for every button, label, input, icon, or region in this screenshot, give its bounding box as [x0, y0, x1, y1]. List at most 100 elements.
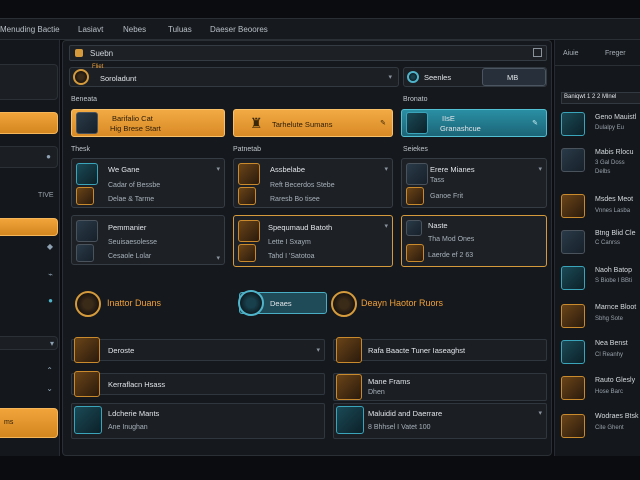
item-title: Naoh Batop	[595, 267, 632, 274]
header-tab[interactable]: Aiuie	[563, 50, 579, 57]
unit-card[interactable]: Erere Mianes Tass Ganoe Frit ▾	[401, 158, 547, 208]
card-line: Delae & Tarme	[108, 196, 155, 203]
chevron-down-icon: ▾	[216, 255, 220, 262]
item-icon[interactable]	[561, 414, 585, 438]
unit-icon	[238, 163, 260, 185]
window-icon[interactable]	[533, 48, 542, 57]
chevron-up-icon[interactable]: ⌃	[46, 366, 53, 375]
item-title: Mabis Rlocu	[595, 149, 634, 156]
list-row[interactable]: Deroste ▾	[71, 337, 325, 363]
sidebar-slot-active[interactable]: ms	[0, 408, 58, 438]
chevron-down-icon: ▾	[538, 410, 542, 417]
unit-card-selected[interactable]: Naste Tha Mod Ones Laerde ef 2 63	[401, 215, 547, 267]
sidebar-glyph[interactable]: ●	[48, 296, 53, 305]
menu-tab-1[interactable]: Menuding Bactie	[0, 25, 60, 34]
card-line: Ganoe Frit	[430, 193, 464, 200]
sidebar-glyph[interactable]: ⌁	[48, 270, 53, 279]
list-row[interactable]: Ldcherie Mants Ane Inughan	[71, 403, 325, 439]
sidebar-slot[interactable]	[0, 64, 58, 100]
unit-card[interactable]: Assbelabe Reft Becerdos Stebe Raresb Bo …	[233, 158, 393, 208]
item-sub: Vnnes Lasba	[595, 208, 631, 214]
card-line: Laerde ef 2 63	[428, 252, 474, 259]
section-title: Beneata	[71, 96, 98, 103]
header-tab[interactable]: Freger	[605, 50, 626, 57]
item-title: Btng Blid Cle	[595, 230, 636, 237]
list-row[interactable]: Kerraflacn Hsass	[71, 371, 325, 397]
chevron-down-icon[interactable]: ⌄	[46, 384, 53, 393]
filter-dropdown[interactable]: Fliet Soroladunt ▾	[69, 64, 399, 87]
list-row[interactable]: Rafa Baacte Tuner Iaseaghst	[333, 337, 547, 363]
sidebar-slot-active[interactable]	[0, 218, 58, 236]
item-icon[interactable]	[561, 194, 585, 218]
featured-card[interactable]: ♜ Tarhelute Sumans ✎	[233, 109, 393, 137]
sidebar-slot-active[interactable]	[0, 112, 58, 134]
menu-tab-2[interactable]: Lasiavt	[78, 25, 103, 34]
unit-card-selected[interactable]: Spequmaud Batoth Lette I Sxaym Tahd I 'S…	[233, 215, 393, 267]
crystal-icon	[406, 112, 428, 134]
unit-icon	[406, 244, 424, 262]
sidebar-label: ms	[4, 419, 14, 426]
unit-icon	[238, 187, 256, 205]
sidebar-glyph[interactable]: ◆	[47, 242, 53, 251]
row-subtitle: 8 Bhhsel I Vatet 100	[368, 424, 431, 431]
banner-title[interactable]: Deayn Haotor Ruors	[361, 298, 443, 308]
tag-label: Baniqwt 1 2 2 Mlnel	[564, 94, 617, 100]
item-icon[interactable]	[561, 148, 585, 172]
toggle-button[interactable]: MB	[482, 68, 546, 86]
toggle-value: MB	[507, 73, 519, 82]
item-title: Nea Benst	[595, 340, 628, 347]
card-line: Cadar of Bessbe	[108, 182, 161, 189]
item-sub: Sbhg Sote	[595, 316, 624, 322]
card-line: Reft Becerdos Stebe	[270, 182, 335, 189]
unit-card[interactable]: Pemmanier Seuisaesolesse Cesaole Lolar ▾	[71, 215, 225, 265]
row-title: Ldcherie Mants	[108, 409, 160, 418]
globe-icon	[407, 71, 419, 83]
row-subtitle: Dhen	[368, 389, 385, 396]
row-subtitle: Ane Inughan	[108, 424, 148, 431]
item-icon[interactable]	[561, 266, 585, 290]
card-title: Spequmaud Batoth	[268, 223, 333, 232]
item-icon[interactable]	[561, 112, 585, 136]
menu-tab-4[interactable]: Tuluas	[168, 25, 192, 34]
sidebar-glyph: ●	[46, 152, 51, 161]
item-icon	[74, 337, 100, 363]
card-line: Seuisaesolesse	[108, 239, 158, 246]
featured-card[interactable]: Barifalio Cat Hig Brese Start	[71, 109, 225, 137]
item-icon[interactable]	[561, 230, 585, 254]
menu-tab-3[interactable]: Nebes	[123, 25, 146, 34]
column-title: Seiekes	[403, 146, 428, 153]
filter-icon	[73, 69, 89, 85]
item-icon[interactable]	[561, 340, 585, 364]
item-icon	[336, 337, 362, 363]
card-title: Tarhelute Sumans	[272, 120, 333, 129]
pill-label: Deaes	[270, 299, 292, 308]
mode-toggle[interactable]: Seenles MB	[403, 67, 547, 87]
item-icon[interactable]	[561, 376, 585, 400]
sidebar-slot[interactable]: ●	[0, 146, 58, 168]
sidebar-slot[interactable]: ▾	[0, 336, 58, 350]
category-tag[interactable]: Baniqwt 1 2 2 Mlnel	[561, 92, 640, 104]
card-line: Tass	[430, 177, 445, 184]
hero-icon	[76, 112, 98, 134]
card-title: Barifalio Cat	[112, 114, 153, 123]
row-title: Maluidid and Daerrare	[368, 409, 443, 418]
list-row[interactable]: Mane Frams Dhen	[333, 373, 547, 401]
item-icon[interactable]	[561, 304, 585, 328]
active-filter-pill[interactable]: Deaes	[238, 290, 327, 316]
emblem-icon	[75, 291, 101, 317]
featured-card[interactable]: IIsE Granashcue ✎	[401, 109, 547, 137]
item-sub: Cite Ghent	[595, 425, 624, 431]
sidebar-label: TIVE	[38, 192, 54, 199]
chevron-down-icon: ▾	[384, 166, 388, 173]
search-input[interactable]: Suebn	[69, 45, 547, 61]
unit-icon	[238, 220, 260, 242]
item-title: Wodraes Btsk	[595, 413, 639, 420]
menu-tab-5[interactable]: Daeser Beoores	[210, 25, 268, 34]
unit-icon	[406, 163, 428, 185]
unit-card[interactable]: We Gane Cadar of Bessbe Delae & Tarme ▾	[71, 158, 225, 208]
item-sub: Hose Barc	[595, 389, 624, 395]
top-menu-bar: Menuding Bactie Lasiavt Nebes Tuluas Dae…	[0, 18, 640, 40]
main-panel: Suebn Fliet Soroladunt ▾ Seenles MB Bene…	[62, 40, 552, 456]
banner-title[interactable]: Inattor Duans	[107, 298, 161, 308]
list-row[interactable]: Maluidid and Daerrare 8 Bhhsel I Vatet 1…	[333, 403, 547, 439]
